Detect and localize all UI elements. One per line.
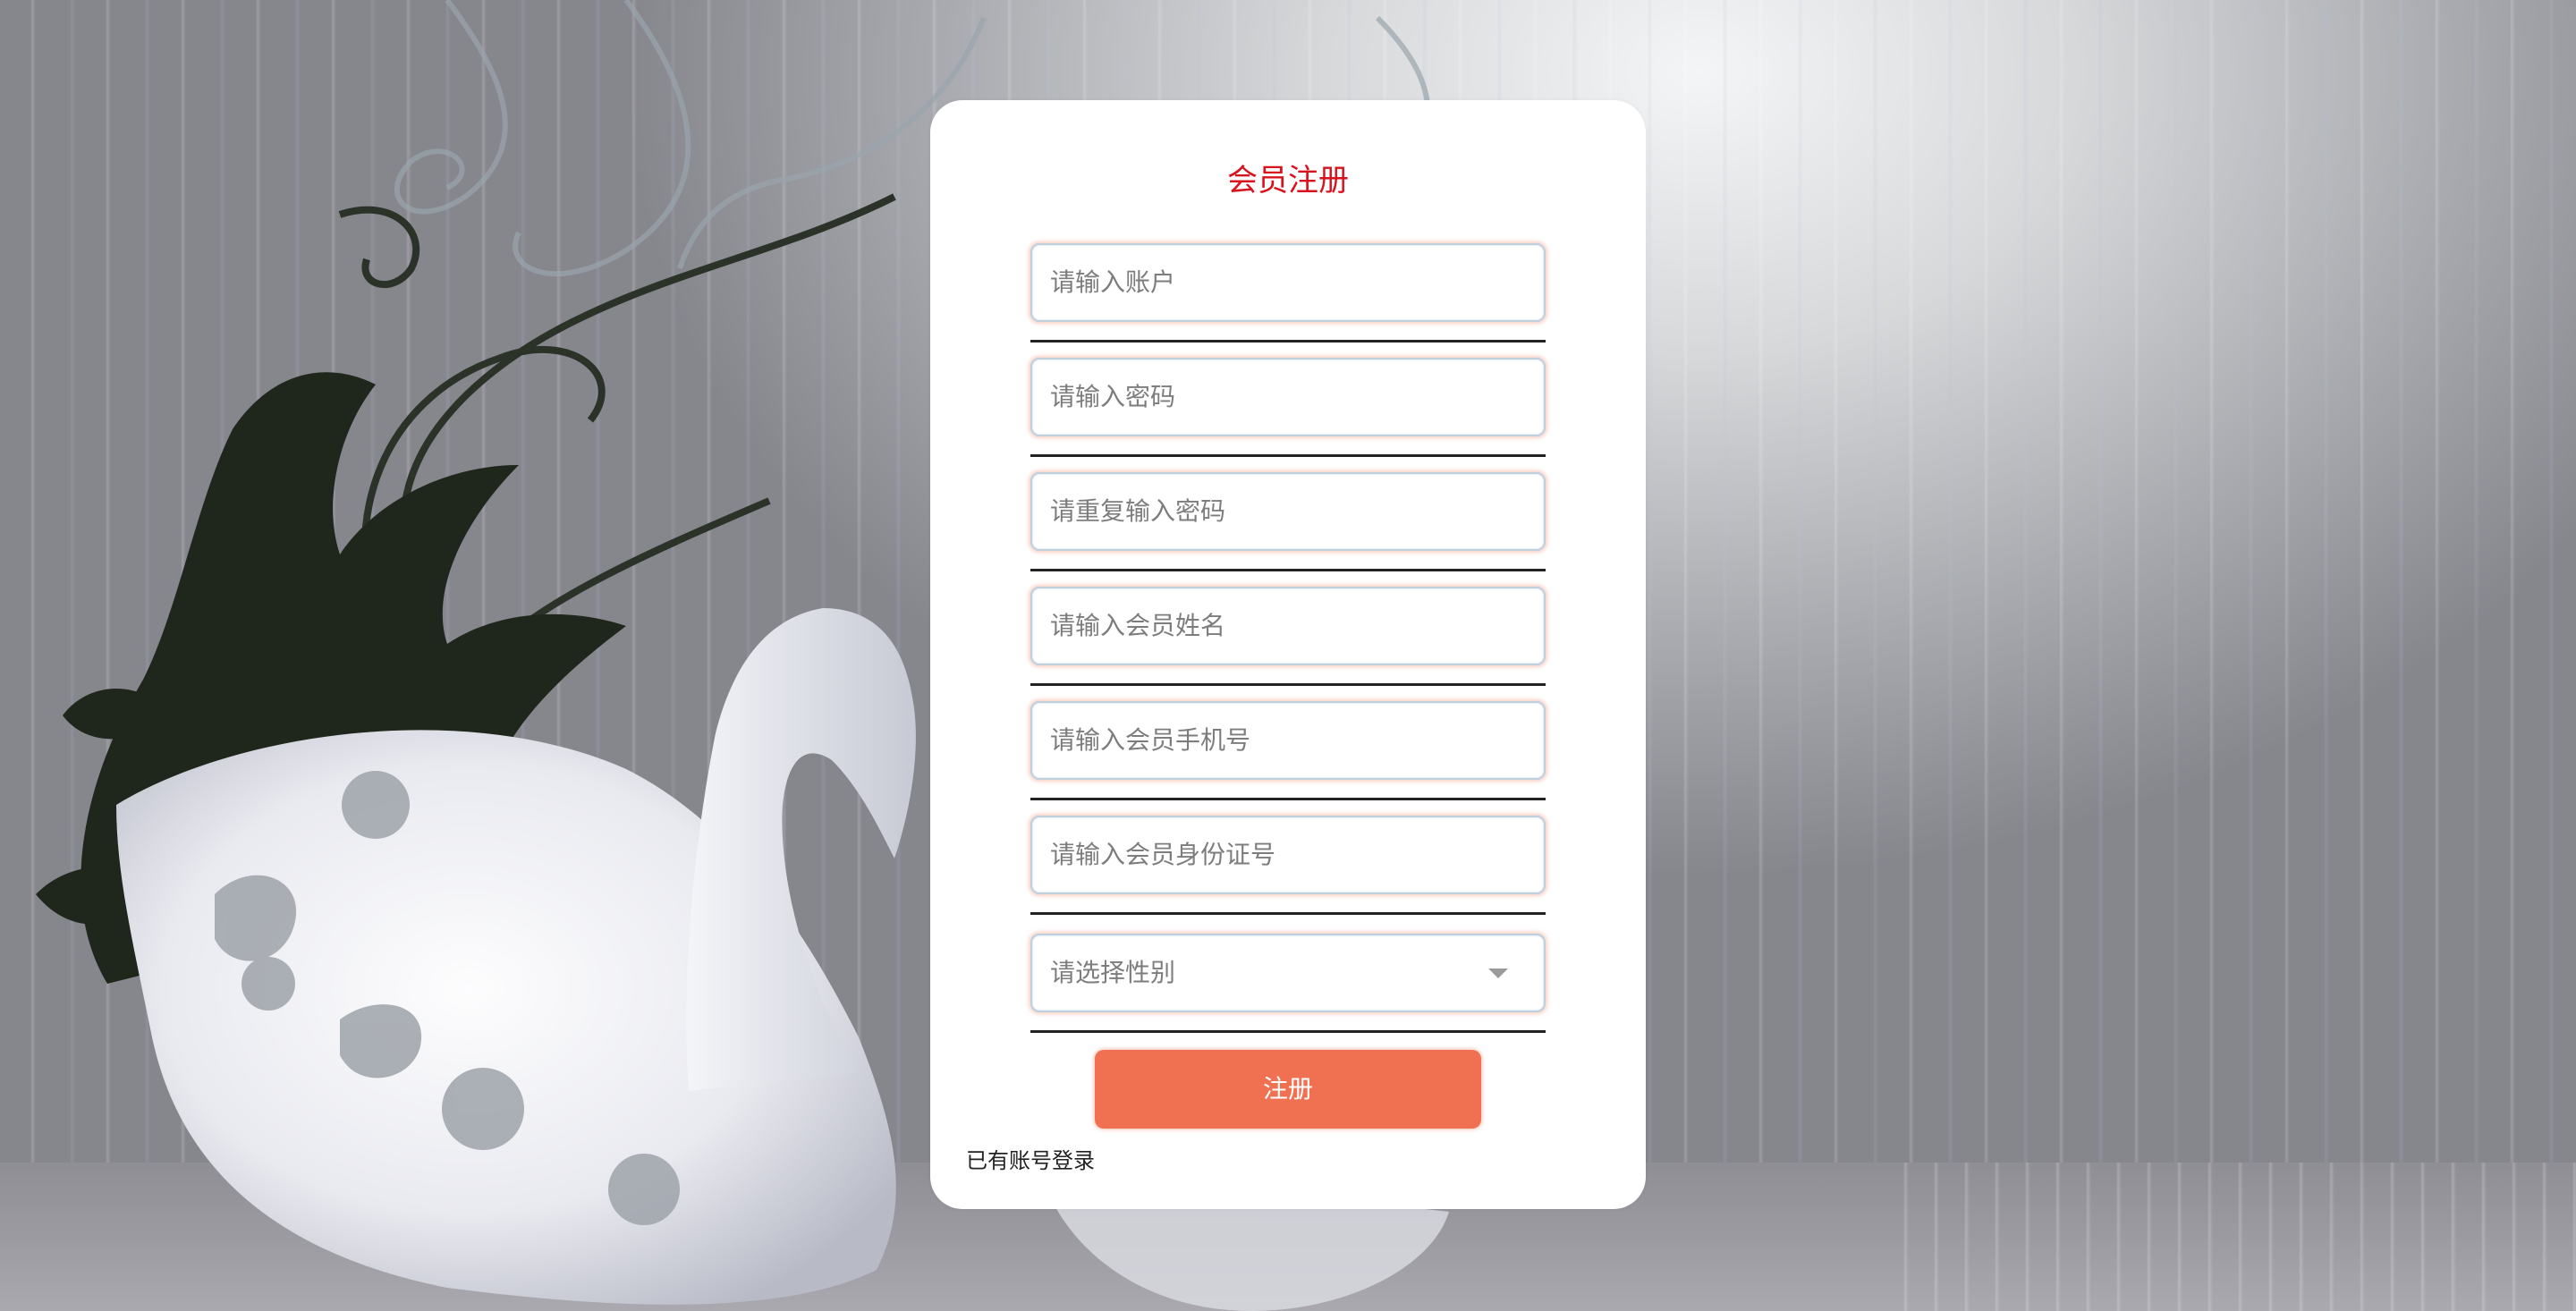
register-card: 会员注册 请输入账户 请输入密码 请重复输入密码 请输入会员姓名 请输入会员手机… bbox=[930, 100, 1646, 1209]
gender-select-placeholder: 请选择性别 bbox=[1050, 958, 1176, 987]
field-divider bbox=[1030, 340, 1546, 343]
account-field[interactable]: 请输入账户 bbox=[1030, 243, 1546, 343]
field-divider bbox=[1030, 798, 1546, 800]
confirm-password-field[interactable]: 请重复输入密码 bbox=[1030, 472, 1546, 571]
member-phone-placeholder: 请输入会员手机号 bbox=[1050, 725, 1251, 755]
field-divider bbox=[1030, 454, 1546, 457]
confirm-password-placeholder: 请重复输入密码 bbox=[1050, 496, 1226, 526]
page-title: 会员注册 bbox=[1227, 163, 1349, 199]
field-divider bbox=[1030, 569, 1546, 571]
member-phone-field[interactable]: 请输入会员手机号 bbox=[1030, 701, 1546, 800]
gender-select[interactable]: 请选择性别 bbox=[1030, 934, 1546, 1033]
member-name-placeholder: 请输入会员姓名 bbox=[1050, 611, 1226, 640]
register-button[interactable]: 注册 bbox=[1095, 1050, 1481, 1129]
login-link[interactable]: 已有账号登录 bbox=[966, 1145, 1095, 1177]
member-id-placeholder: 请输入会员身份证号 bbox=[1050, 840, 1276, 869]
password-placeholder: 请输入密码 bbox=[1050, 382, 1176, 411]
password-field[interactable]: 请输入密码 bbox=[1030, 358, 1546, 457]
field-divider bbox=[1030, 912, 1546, 915]
account-placeholder: 请输入账户 bbox=[1050, 267, 1176, 297]
member-name-field[interactable]: 请输入会员姓名 bbox=[1030, 587, 1546, 686]
member-id-field[interactable]: 请输入会员身份证号 bbox=[1030, 816, 1546, 915]
chevron-down-icon[interactable] bbox=[1488, 968, 1508, 978]
field-divider bbox=[1030, 683, 1546, 686]
field-divider bbox=[1030, 1030, 1546, 1033]
